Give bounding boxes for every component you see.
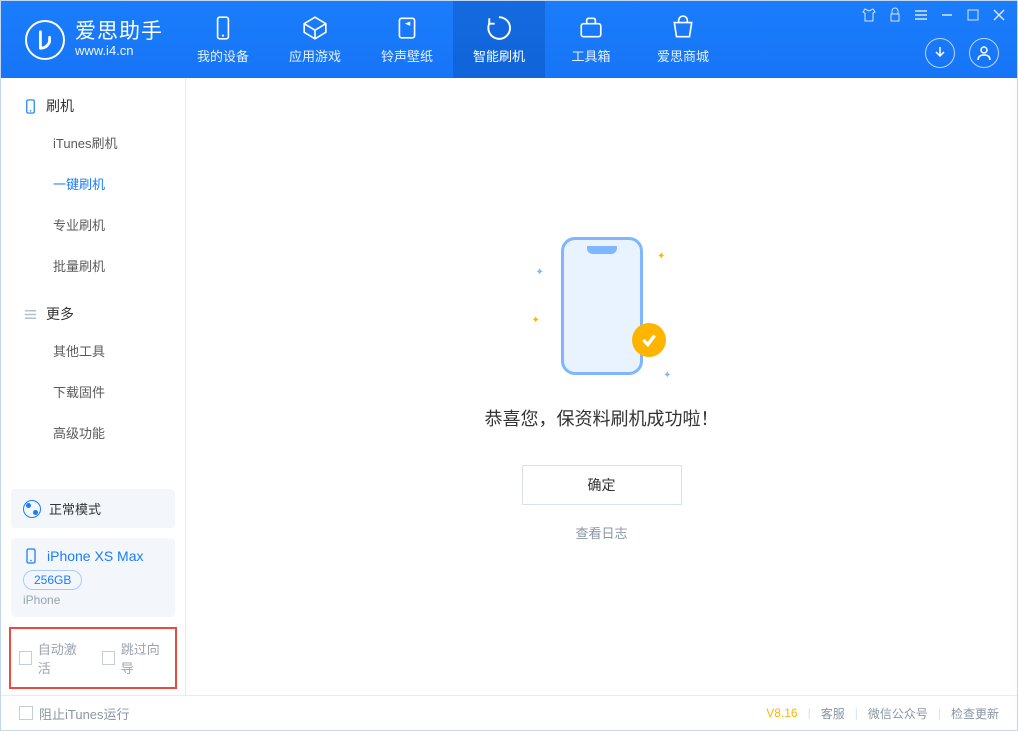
status-bar: 阻止iTunes运行 V8.16 | 客服 | 微信公众号 | 检查更新 — [1, 695, 1017, 730]
app-title: 爱思助手 — [75, 20, 163, 44]
device-icon — [23, 548, 39, 564]
check-update-link[interactable]: 检查更新 — [951, 705, 999, 722]
logo-area: 爱思助手 www.i4.cn — [1, 1, 177, 78]
device-capacity: 256GB — [23, 570, 82, 590]
checkbox-icon — [19, 651, 32, 665]
success-check-icon — [632, 323, 666, 357]
device-card[interactable]: iPhone XS Max 256GB iPhone — [11, 538, 175, 617]
nav-label: 应用游戏 — [289, 46, 341, 65]
sidebar-section-flash: 刷机 — [1, 78, 185, 122]
device-name: iPhone XS Max — [47, 548, 144, 564]
nav-smart-flash[interactable]: 智能刷机 — [453, 1, 545, 78]
shirt-icon[interactable] — [861, 7, 877, 23]
title-bar: 爱思助手 www.i4.cn 我的设备 应用游戏 铃声壁纸 智能刷机 工具箱 爱… — [1, 1, 1017, 78]
app-logo-icon — [25, 20, 65, 60]
nav-label: 爱思商城 — [657, 46, 709, 65]
app-subtitle: www.i4.cn — [75, 44, 163, 59]
nav-label: 铃声壁纸 — [381, 46, 433, 65]
sidebar-item-pro-flash[interactable]: 专业刷机 — [1, 204, 185, 245]
window-controls — [861, 7, 1007, 23]
sidebar: 刷机 iTunes刷机 一键刷机 专业刷机 批量刷机 更多 其他工具 下载固件 … — [1, 78, 186, 695]
header-actions — [925, 38, 999, 68]
checkbox-icon — [102, 651, 115, 665]
sidebar-item-itunes-flash[interactable]: iTunes刷机 — [1, 122, 185, 163]
minimize-icon[interactable] — [939, 7, 955, 23]
section-label: 刷机 — [46, 96, 74, 116]
device-type: iPhone — [23, 593, 163, 607]
mode-icon — [23, 500, 41, 518]
mode-label: 正常模式 — [49, 499, 101, 518]
nav-toolbox[interactable]: 工具箱 — [545, 1, 637, 78]
nav-label: 我的设备 — [197, 46, 249, 65]
sidebar-item-other-tools[interactable]: 其他工具 — [1, 330, 185, 371]
nav-ringtone-wallpaper[interactable]: 铃声壁纸 — [361, 1, 453, 78]
nav-apps-games[interactable]: 应用游戏 — [269, 1, 361, 78]
wechat-link[interactable]: 微信公众号 — [868, 705, 928, 722]
sidebar-item-advanced[interactable]: 高级功能 — [1, 412, 185, 453]
version-label: V8.16 — [766, 706, 797, 720]
user-icon[interactable] — [969, 38, 999, 68]
success-message: 恭喜您，保资料刷机成功啦！ — [485, 405, 719, 431]
menu-icon[interactable] — [913, 7, 929, 23]
sidebar-item-download-firmware[interactable]: 下载固件 — [1, 371, 185, 412]
section-label: 更多 — [46, 304, 74, 324]
auto-activate-checkbox[interactable]: 自动激活 — [19, 639, 84, 677]
nav-my-device[interactable]: 我的设备 — [177, 1, 269, 78]
nav-store[interactable]: 爱思商城 — [637, 1, 729, 78]
nav-label: 工具箱 — [571, 46, 610, 65]
block-itunes-checkbox[interactable]: 阻止iTunes运行 — [19, 704, 130, 723]
checkbox-label: 阻止iTunes运行 — [39, 704, 130, 723]
checkbox-icon — [19, 706, 33, 720]
phone-icon — [23, 99, 38, 114]
nav-label: 智能刷机 — [473, 46, 525, 65]
sidebar-item-batch-flash[interactable]: 批量刷机 — [1, 245, 185, 286]
support-link[interactable]: 客服 — [821, 705, 845, 722]
ok-button[interactable]: 确定 — [522, 465, 682, 505]
success-illustration: ✦✦✦✦ — [542, 231, 662, 381]
sidebar-item-onekey-flash[interactable]: 一键刷机 — [1, 163, 185, 204]
checkbox-label: 自动激活 — [38, 639, 84, 677]
download-icon[interactable] — [925, 38, 955, 68]
list-icon — [23, 307, 38, 322]
mode-card[interactable]: 正常模式 — [11, 489, 175, 528]
skip-guide-checkbox[interactable]: 跳过向导 — [102, 639, 167, 677]
close-icon[interactable] — [991, 7, 1007, 23]
maximize-icon[interactable] — [965, 7, 981, 23]
lock-icon[interactable] — [887, 7, 903, 23]
sidebar-section-more: 更多 — [1, 286, 185, 330]
flash-options-row: 自动激活 跳过向导 — [9, 627, 177, 689]
main-nav: 我的设备 应用游戏 铃声壁纸 智能刷机 工具箱 爱思商城 — [177, 1, 729, 78]
main-content: ✦✦✦✦ 恭喜您，保资料刷机成功啦！ 确定 查看日志 — [186, 78, 1017, 695]
phone-illustration-icon — [561, 237, 643, 375]
checkbox-label: 跳过向导 — [121, 639, 167, 677]
view-log-link[interactable]: 查看日志 — [575, 523, 627, 542]
